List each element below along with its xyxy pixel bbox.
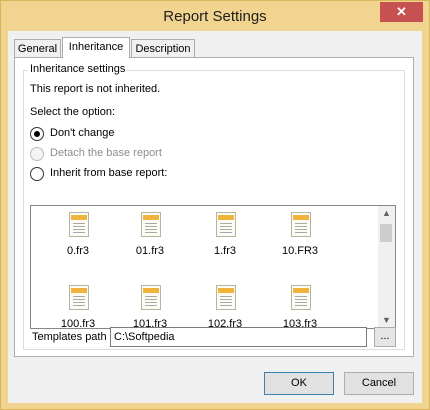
list-item-label: 1.fr3 bbox=[213, 245, 236, 257]
report-file-icon bbox=[141, 282, 161, 310]
list-item-label: 10.FR3 bbox=[281, 245, 319, 257]
report-file-icon bbox=[69, 209, 89, 237]
radio-button[interactable] bbox=[30, 167, 44, 181]
radio-label: Detach the base report bbox=[50, 147, 162, 159]
vertical-scrollbar[interactable]: ▲ ▼ bbox=[378, 206, 395, 328]
report-file-icon bbox=[141, 209, 161, 237]
list-item[interactable]: 100.fr3 bbox=[47, 282, 109, 329]
radio-button-checked[interactable] bbox=[30, 127, 44, 141]
list-item-label: 100.fr3 bbox=[60, 318, 96, 329]
cancel-button[interactable]: Cancel bbox=[344, 372, 414, 395]
dialog-body: General Inheritance Description Inherita… bbox=[8, 31, 422, 403]
list-item[interactable]: 01.fr3 bbox=[119, 209, 181, 269]
report-file-icon bbox=[216, 282, 236, 310]
templates-path-label: Templates path : bbox=[32, 331, 113, 343]
tab-general[interactable]: General bbox=[14, 39, 61, 57]
radio-label: Inherit from base report: bbox=[50, 167, 168, 179]
browse-button[interactable]: ... bbox=[374, 327, 396, 347]
tab-description[interactable]: Description bbox=[131, 39, 195, 57]
tab-inheritance[interactable]: Inheritance bbox=[62, 37, 130, 58]
tab-panel-inheritance: Inheritance settings This report is not … bbox=[14, 57, 414, 357]
close-button[interactable]: ✕ bbox=[380, 2, 423, 22]
report-file-icon bbox=[291, 282, 311, 310]
list-item-label: 0.fr3 bbox=[66, 245, 89, 257]
select-option-label: Select the option: bbox=[30, 106, 116, 118]
group-title: Inheritance settings bbox=[28, 63, 128, 75]
list-item[interactable]: 101.fr3 bbox=[119, 282, 181, 328]
list-item[interactable]: 10.FR3 bbox=[269, 209, 331, 269]
scrollbar-thumb[interactable] bbox=[380, 224, 392, 242]
templates-path-input[interactable]: C:\Softpedia bbox=[110, 327, 367, 347]
report-file-icon bbox=[216, 209, 236, 237]
inheritance-settings-group: Inheritance settings This report is not … bbox=[23, 63, 405, 350]
radio-button-disabled bbox=[30, 147, 44, 161]
close-icon: ✕ bbox=[396, 4, 407, 19]
list-item-label: 01.fr3 bbox=[135, 245, 165, 257]
list-item[interactable]: 103.fr3 bbox=[269, 282, 331, 328]
radio-label: Don't change bbox=[50, 127, 115, 139]
scroll-down-arrow-icon[interactable]: ▼ bbox=[378, 313, 395, 328]
window-title: Report Settings bbox=[163, 8, 267, 25]
list-item[interactable]: 1.fr3 bbox=[194, 209, 256, 269]
ok-button[interactable]: OK bbox=[264, 372, 334, 395]
report-settings-window: Report Settings ✕ General Inheritance De… bbox=[0, 0, 430, 410]
list-item[interactable]: 0.fr3 bbox=[47, 209, 109, 269]
title-bar[interactable]: Report Settings ✕ bbox=[1, 1, 429, 31]
inheritance-status: This report is not inherited. bbox=[30, 83, 161, 95]
scroll-up-arrow-icon[interactable]: ▲ bbox=[378, 206, 395, 221]
list-item[interactable]: 102.fr3 bbox=[194, 282, 256, 328]
report-file-icon bbox=[291, 209, 311, 237]
base-report-list[interactable]: 0.fr3 01.fr3 1.fr3 10.FR3 100.fr3 101.fr… bbox=[30, 205, 396, 329]
report-file-icon bbox=[69, 282, 89, 310]
